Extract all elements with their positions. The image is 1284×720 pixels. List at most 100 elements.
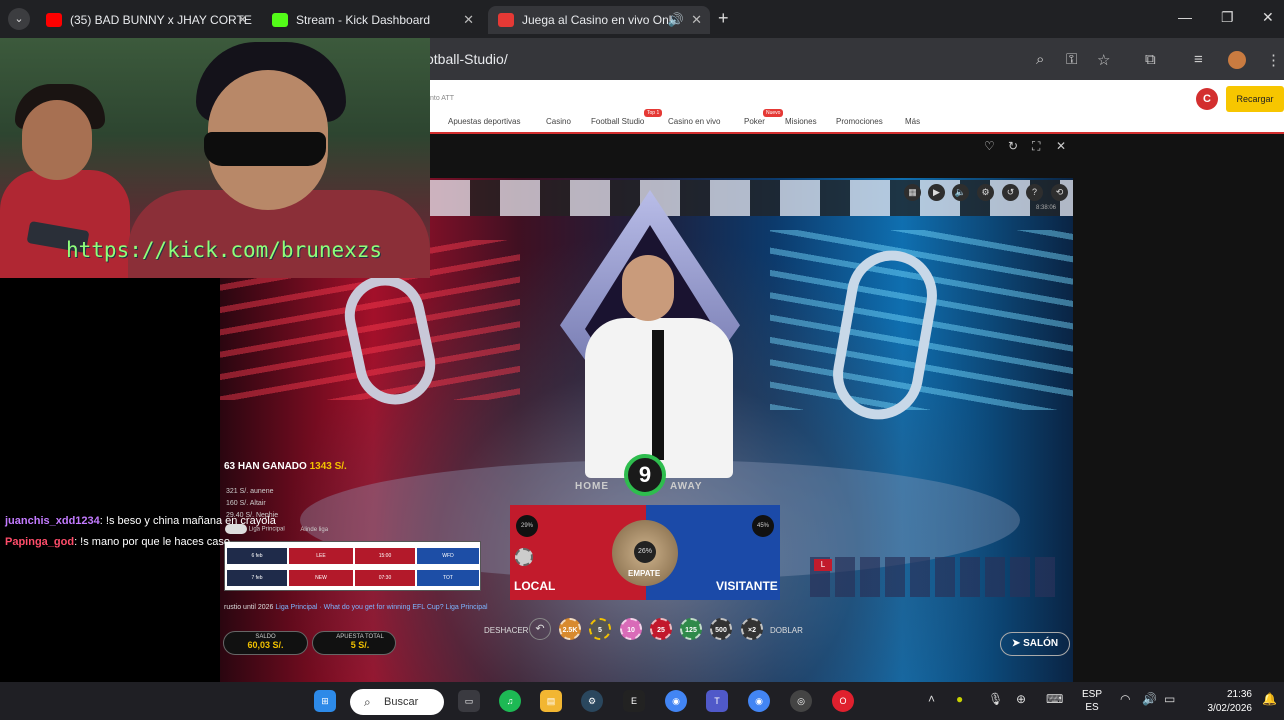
chip-10[interactable]: 10 <box>620 618 642 640</box>
chrome-icon[interactable]: ◉ <box>665 690 687 712</box>
minimize-icon[interactable]: — <box>1178 9 1192 25</box>
table-cell: LEE <box>289 548 353 564</box>
url-text[interactable]: otball-Studio/ <box>426 51 508 67</box>
chip-placeholder-icon <box>515 548 533 566</box>
nav-poker[interactable]: Poker <box>744 117 765 126</box>
spotify-icon[interactable]: ♫ <box>499 690 521 712</box>
chat-message: juanchis_xdd1234: !s beso y china mañana… <box>5 515 276 527</box>
more-menu-icon[interactable]: ⋮ <box>1266 51 1281 69</box>
language-indicator[interactable]: ESP ES <box>1082 688 1102 714</box>
task-view-icon[interactable]: ▭ <box>458 690 480 712</box>
nav-mas[interactable]: Más <box>905 117 920 126</box>
user-avatar[interactable]: C <box>1196 88 1218 110</box>
chat-username: Papinga_god <box>5 536 75 548</box>
salon-label: SALÓN <box>1023 638 1059 649</box>
steam-icon[interactable]: ⚙ <box>581 690 603 712</box>
close-tab-icon[interactable]: ✕ <box>237 6 248 34</box>
video-quality-icon[interactable]: ▦ <box>904 184 921 201</box>
nav-football-studio[interactable]: Football Studio <box>591 117 644 126</box>
lobby-exit-icon[interactable]: ⟲ <box>1051 184 1068 201</box>
tab-search-menu[interactable]: ⌄ <box>8 8 30 30</box>
chip-125[interactable]: 125 <box>680 618 702 640</box>
empate-label: EMPATE <box>628 569 661 578</box>
salon-button[interactable]: ➤ SALÓN <box>1000 632 1070 656</box>
history-icon[interactable]: ↺ <box>1002 184 1019 201</box>
tab-casino[interactable]: Juega al Casino en vivo Onl 🔊 ✕ <box>488 6 710 34</box>
recargar-button[interactable]: Recargar <box>1226 86 1284 112</box>
results-roadmap <box>810 557 1060 597</box>
volume-icon[interactable]: 🔈 <box>952 184 969 201</box>
close-window-icon[interactable]: ✕ <box>1262 9 1274 26</box>
site-subtext: nto ATT <box>430 95 454 102</box>
wifi-icon[interactable]: ◠ <box>1120 692 1130 706</box>
nav-misiones[interactable]: Misiones <box>785 117 817 126</box>
extensions-icon[interactable]: ⧉ <box>1145 51 1156 68</box>
nav-casino[interactable]: Casino <box>546 117 571 126</box>
reload-icon[interactable]: ↻ <box>1008 139 1018 153</box>
double-icon[interactable]: ×2 <box>741 618 763 640</box>
zoom-icon[interactable]: ⌕ <box>1036 51 1044 68</box>
settings-gear-icon[interactable]: ⚙ <box>977 184 994 201</box>
help-icon[interactable]: ? <box>1026 184 1043 201</box>
file-explorer-icon[interactable]: ▤ <box>540 690 562 712</box>
microphone-icon[interactable]: 🎙 <box>988 692 1003 706</box>
chip-5[interactable]: 5 <box>589 618 611 640</box>
game-clock: 8:38:06 <box>1036 205 1057 211</box>
epic-games-icon[interactable]: E <box>623 690 645 712</box>
chip-500[interactable]: 500 <box>710 618 732 640</box>
camera-icon[interactable]: ▶ <box>928 184 945 201</box>
stage-decoration <box>430 180 1073 216</box>
badge-top: Top 1 <box>644 109 663 117</box>
winners-count: 63 <box>224 461 236 472</box>
chrome-active-icon[interactable]: ◉ <box>748 690 770 712</box>
nav-apuestas[interactable]: Apuestas deportivas <box>448 117 521 126</box>
local-label: LOCAL <box>514 579 556 593</box>
chat-text: : !s mano por que le haces caso <box>74 536 230 548</box>
profile-avatar-icon[interactable] <box>1228 51 1246 69</box>
password-key-icon[interactable]: ⚿ <box>1066 51 1077 68</box>
nav-promociones[interactable]: Promociones <box>836 117 883 126</box>
winners-amount: 1343 S/. <box>309 461 347 472</box>
battery-icon[interactable]: ▭ <box>1164 692 1175 706</box>
double-label[interactable]: DOBLAR <box>770 626 803 635</box>
system-clock[interactable]: 21:36 3/02/2026 <box>1196 688 1253 716</box>
opera-icon[interactable]: O <box>832 690 854 712</box>
favorite-heart-icon[interactable]: ♡ <box>984 139 995 153</box>
chip-25[interactable]: 25 <box>650 618 672 640</box>
league-toggle-label: Liga Principal <box>248 526 285 533</box>
dealer-head <box>622 255 674 321</box>
obs-icon[interactable]: ◎ <box>790 690 812 712</box>
keyboard-icon[interactable]: ⌨ <box>1046 692 1063 706</box>
lang-line1: ESP <box>1082 689 1103 700</box>
maximize-icon[interactable]: ❐ <box>1221 9 1234 26</box>
close-game-icon[interactable]: ✕ <box>1056 139 1066 153</box>
media-queue-icon[interactable]: ≡ <box>1194 51 1203 68</box>
speaker-icon[interactable]: 🔊 <box>668 6 684 34</box>
winner-row: 321 S/. aunene <box>226 488 274 495</box>
clock-date: 3/02/2026 <box>1207 703 1253 714</box>
volume-tray-icon[interactable]: 🔊 <box>1142 692 1157 706</box>
balance-value: 60,03 S/. <box>247 640 284 650</box>
new-tab-button[interactable]: + <box>718 8 729 29</box>
undo-label[interactable]: DESHACER <box>484 626 528 635</box>
vpn-icon[interactable]: ⊕ <box>1016 692 1026 706</box>
undo-icon[interactable]: ↶ <box>529 618 551 640</box>
close-tab-icon[interactable]: ✕ <box>691 6 702 34</box>
tray-app-icon[interactable]: ● <box>956 692 963 706</box>
local-percent: 29% <box>516 515 538 537</box>
badge-nuevo: Nuevo <box>763 109 784 117</box>
bookmark-star-icon[interactable]: ☆ <box>1097 51 1110 69</box>
taskbar-search[interactable]: ⌕ Buscar <box>350 689 444 715</box>
tray-overflow-icon[interactable]: ˄ <box>928 692 935 706</box>
tab-youtube-label: (35) BAD BUNNY x JHAY CORTE <box>70 13 252 27</box>
fullscreen-icon[interactable]: ⛶ <box>1032 139 1040 154</box>
tab-kick[interactable]: Stream - Kick Dashboard ✕ <box>262 6 482 34</box>
notifications-icon[interactable]: 🔔 <box>1262 692 1277 706</box>
road-result: L <box>814 559 832 571</box>
teams-icon[interactable]: T <box>706 690 728 712</box>
close-tab-icon[interactable]: ✕ <box>463 6 474 34</box>
windows-start-icon[interactable]: ⊞ <box>314 690 336 712</box>
nav-casino-vivo[interactable]: Casino en vivo <box>668 117 720 126</box>
tab-youtube[interactable]: (35) BAD BUNNY x JHAY CORTE ✕ <box>36 6 256 34</box>
chip-2-5k[interactable]: 2.5K <box>559 618 581 640</box>
